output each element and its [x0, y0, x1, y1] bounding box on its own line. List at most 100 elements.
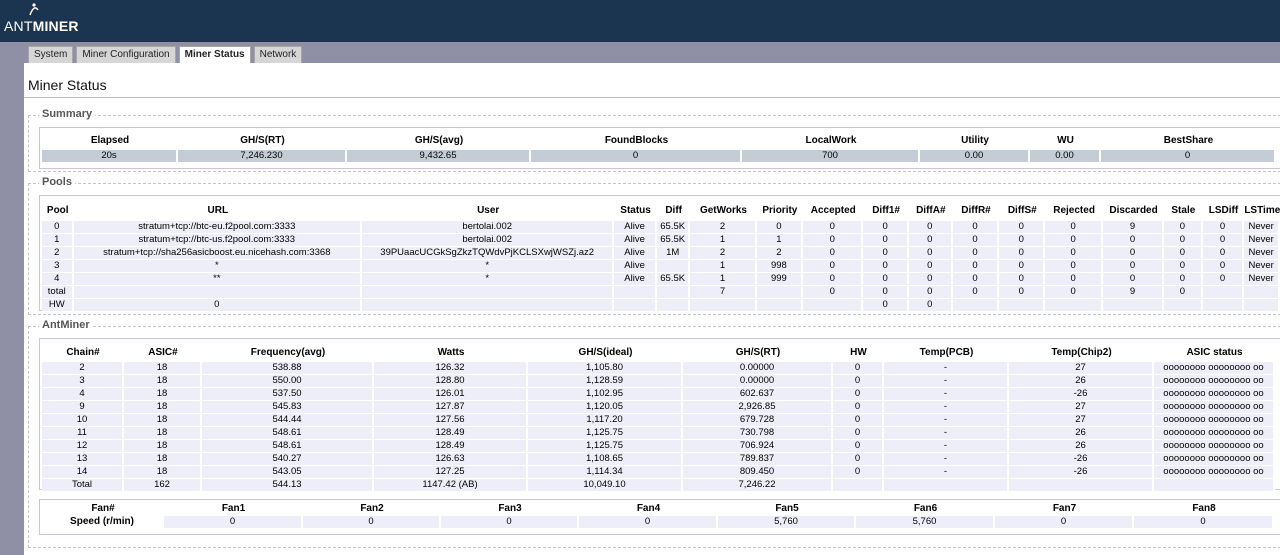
chain-row: 11 18 548.61 128.49 1,125.75 730.798 0-26 ooooo… — [42, 427, 1275, 440]
pools-header: Status — [620, 205, 651, 216]
pool-cell: 0 — [803, 286, 864, 299]
pool-cell: 0 — [952, 221, 1000, 234]
pool-cell: 0 — [863, 286, 909, 299]
pool-cell: 0 — [1164, 273, 1203, 286]
pool-row: 1 stratum+tcp://btc-us.f2pool.com:3333 ber… — [42, 234, 1280, 247]
fan-speed-value: 5,760 — [856, 516, 995, 528]
summary-value: 0 — [1101, 150, 1276, 162]
chain-cell: 0 — [833, 375, 884, 388]
chain-cell: 18 — [124, 362, 202, 375]
tab-network[interactable]: Network — [253, 46, 303, 63]
chain-cell: 7,246.22 — [683, 479, 833, 492]
chain-cell: 128.80 — [374, 375, 528, 388]
summary-header: Utility — [961, 134, 989, 146]
pool-cell — [756, 286, 804, 299]
pool-cell: stratum+tcp://btc-eu.f2pool.com:3333 — [73, 221, 363, 234]
pool-cell: 0 — [1164, 260, 1203, 273]
pool-cell: 0 — [863, 299, 909, 312]
fan-header: Fan# — [91, 503, 115, 514]
tab-system[interactable]: System — [28, 46, 74, 63]
pool-cell: 0 — [1045, 260, 1104, 273]
pool-cell: Alive — [614, 234, 657, 247]
fan-speed-value: 0 — [441, 516, 579, 528]
pool-cell: 0 — [1103, 273, 1165, 286]
pool-cell: 0 — [803, 260, 864, 273]
chain-cell: - — [884, 440, 1009, 453]
pool-cell: 0 — [1045, 286, 1104, 299]
nav-tabs: System Miner Configuration Miner Status … — [28, 46, 303, 64]
antminer-header: Watts — [437, 346, 465, 358]
pools-box: Pool URL User Status Diff GetWorks Priority Acc… — [39, 195, 1280, 312]
summary-header: Elapsed — [90, 134, 130, 146]
summary-header: FoundBlocks — [604, 134, 669, 146]
antminer-header: Chain# — [66, 346, 100, 358]
chain-cell: oooooooo oooooooo oo — [1154, 427, 1275, 440]
chain-cell: - — [884, 388, 1009, 401]
logo-antenna-icon — [29, 3, 39, 16]
chain-row: 3 18 550.00 128.80 1,128.59 0.00000 0-26 oooooo… — [42, 375, 1275, 388]
fan-speed-value: 0 — [164, 516, 303, 528]
antminer-chains-table: Chain# ASIC# Frequency(avg) Watts GH/S(ideal… — [42, 342, 1275, 492]
chain-cell: 18 — [124, 440, 202, 453]
chain-cell: 13 — [42, 453, 124, 466]
pool-cell — [1202, 299, 1245, 312]
pools-header: GetWorks — [699, 205, 747, 216]
pool-cell — [1202, 286, 1245, 299]
pool-cell — [803, 299, 864, 312]
pool-cell: 0 — [863, 234, 909, 247]
chain-cell: 4 — [42, 388, 124, 401]
chain-row: 4 18 537.50 126.01 1,102.95 602.637 0- -26 ooooo… — [42, 388, 1275, 401]
pool-cell: Never — [1244, 221, 1280, 234]
chain-cell: 127.25 — [374, 466, 528, 479]
pool-cell: 0 — [999, 260, 1046, 273]
chain-row: 2 18 538.88 126.32 1,105.80 0.00000 0-27 oooooo… — [42, 362, 1275, 375]
pool-cell: 2 — [42, 247, 74, 260]
chain-cell: 126.32 — [374, 362, 528, 375]
pools-header: DiffA# — [916, 205, 946, 216]
pool-cell — [952, 299, 1000, 312]
pool-cell: 0 — [863, 260, 909, 273]
chain-cell: 1,125.75 — [528, 440, 683, 453]
chain-cell: 12 — [42, 440, 124, 453]
fans-table: Fan# Fan1 Fan2 Fan3 Fan4 Fan5 Fan6 Fan7 Fan8 Spe… — [42, 501, 1274, 528]
tab-miner-status[interactable]: Miner Status — [178, 46, 251, 64]
pool-cell — [1164, 299, 1203, 312]
chain-cell — [884, 479, 1009, 492]
antminer-box: Chain# ASIC# Frequency(avg) Watts GH/S(ideal… — [39, 338, 1280, 492]
chain-cell: oooooooo oooooooo oo — [1154, 453, 1275, 466]
pool-cell: 0 — [999, 234, 1046, 247]
pool-cell: 0 — [1202, 273, 1245, 286]
chain-cell: - — [884, 362, 1009, 375]
pool-cell: stratum+tcp://btc-us.f2pool.com:3333 — [73, 234, 363, 247]
summary-header: GH/S(RT) — [240, 134, 285, 146]
chain-row: 10 18 544.44 127.56 1,117.20 679.728 0-27 ooooo… — [42, 414, 1275, 427]
pool-cell: 0 — [1164, 286, 1203, 299]
pool-cell: 0 — [1202, 221, 1245, 234]
pool-cell — [362, 286, 615, 299]
chain-cell: oooooooo oooooooo oo — [1154, 466, 1275, 479]
pool-row: 2 stratum+tcp://sha256asicboost.eu.niceha… — [42, 247, 1280, 260]
pool-cell: 0 — [908, 247, 953, 260]
fan-header: Fan5 — [775, 503, 799, 514]
pools-header: Diff — [665, 205, 682, 216]
pools-header: Diff1# — [872, 205, 900, 216]
pool-cell: 7 — [690, 286, 757, 299]
pools-table: Pool URL User Status Diff GetWorks Priority Acc… — [42, 200, 1280, 312]
antminer-header: Temp(Chip2) — [1051, 346, 1112, 358]
pool-cell: 0 — [1103, 260, 1165, 273]
chain-cell — [833, 479, 884, 492]
pool-cell: 1 — [690, 260, 757, 273]
pools-header: DiffR# — [961, 205, 991, 216]
pool-cell — [362, 299, 615, 312]
antminer-header: HW — [850, 346, 867, 358]
chain-cell: 0.00000 — [683, 375, 833, 388]
chain-cell: 18 — [124, 453, 202, 466]
pool-cell — [614, 286, 657, 299]
fan-header: Fan2 — [360, 503, 384, 514]
tab-miner-configuration[interactable]: Miner Configuration — [76, 46, 176, 63]
antminer-header: ASIC status — [1186, 346, 1243, 358]
chain-cell: 548.61 — [202, 440, 374, 453]
pool-cell: * — [362, 260, 615, 273]
pool-cell: Alive — [614, 273, 657, 286]
pool-cell: 65.5K — [656, 234, 691, 247]
